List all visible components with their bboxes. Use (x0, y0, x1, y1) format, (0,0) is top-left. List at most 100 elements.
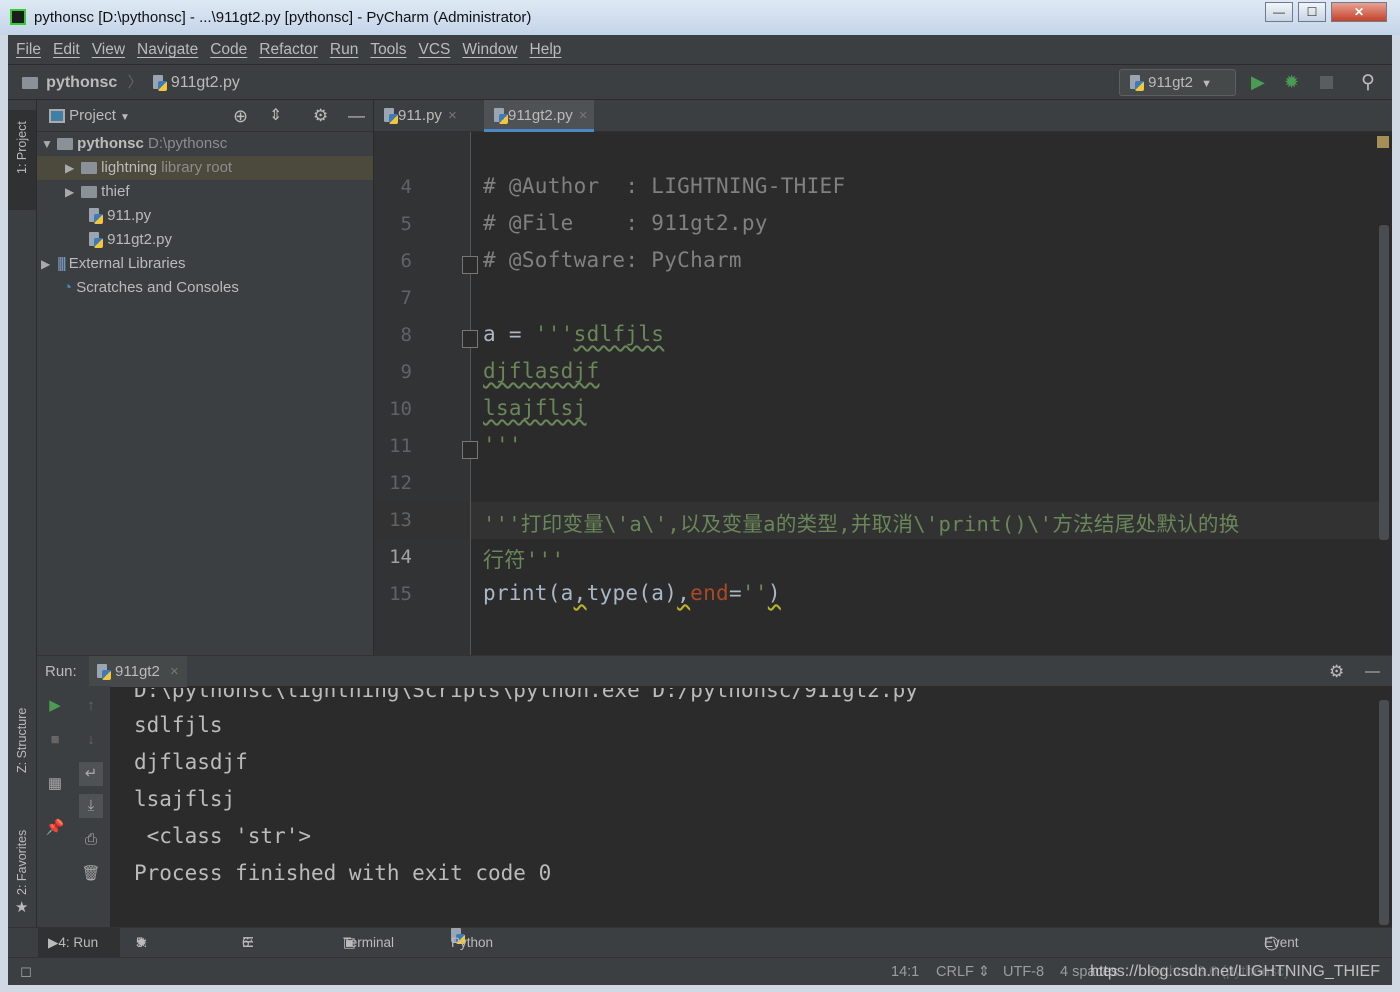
console-scrollbar[interactable] (1379, 700, 1389, 925)
caret-position[interactable]: 14:1 (891, 958, 919, 986)
scroll-to-end-icon[interactable]: ⤓ (79, 794, 103, 818)
line-number: 4 (400, 176, 412, 198)
soft-wrap-icon[interactable]: ↵ (79, 762, 103, 786)
star-icon: ★ (15, 899, 29, 916)
run-toolbar: ▶ ■ ▦ 📌 ↑ ↓ ↵ ⤓ ⎙ 🗑 (37, 686, 110, 927)
menu-file[interactable]: File (16, 41, 41, 58)
tree-item-thief[interactable]: ▶ thief (65, 180, 130, 204)
tab-label: 911.py (398, 107, 442, 124)
favorites-tool-tab[interactable]: 2: Favorites ★ (8, 820, 36, 920)
code-token: '' (741, 581, 768, 605)
ide-window: File Edit View Navigate Code Refactor Run Tools… (8, 35, 1392, 985)
python-icon (96, 664, 111, 681)
watermark: https://blog.csdn.net/LIGHTNING_THIEF (1090, 963, 1380, 980)
run-label: Run: (45, 663, 77, 680)
code-editor[interactable]: 911.py × 911gt2.py × # @Author : LIGHTNING… (374, 100, 1392, 663)
toggle-tool-windows-icon[interactable]: ◻ (20, 958, 32, 986)
menu-navigate[interactable]: Navigate (137, 41, 198, 58)
tab-911gt2py[interactable]: 911gt2.py × (484, 100, 594, 132)
maximize-button[interactable]: ☐ (1298, 2, 1326, 22)
run-config-label: 911gt2 (1148, 74, 1193, 91)
close-tab-icon[interactable]: × (170, 663, 179, 680)
close-button[interactable]: ✕ (1331, 2, 1387, 22)
stop-icon[interactable] (1320, 76, 1333, 89)
code-line-11: ''' (483, 433, 522, 457)
run-tab-911gt2[interactable]: 911gt2 × (88, 656, 187, 687)
down-arrow-icon[interactable]: ↓ (79, 728, 103, 752)
locate-icon[interactable]: ⊕ (233, 100, 248, 132)
python-file-icon (89, 232, 103, 249)
hide-icon[interactable]: — (1365, 656, 1380, 687)
line-separator-label: CRLF (936, 964, 974, 980)
gear-icon[interactable]: ⚙ (1329, 656, 1344, 687)
chevron-down-icon: ▼ (1201, 78, 1212, 90)
menu-vcs[interactable]: VCS (419, 41, 451, 58)
menu-refactor[interactable]: Refactor (259, 41, 318, 58)
project-tool-tab[interactable]: 1: Project (8, 110, 36, 210)
project-view-icon (49, 109, 65, 124)
collapsed-arrow-icon: ▶ (65, 161, 75, 175)
restore-layout-icon[interactable]: ▦ (43, 772, 67, 796)
fold-marker-icon[interactable] (462, 330, 478, 348)
close-tab-icon[interactable]: × (579, 107, 588, 124)
print-icon[interactable]: ⎙ (79, 828, 103, 852)
fold-marker-icon[interactable] (462, 256, 478, 274)
folder-icon (57, 138, 73, 151)
tree-item-scratches[interactable]: ◔ Scratches and Consoles (63, 276, 239, 300)
line-number: 6 (400, 250, 412, 272)
menu-view[interactable]: View (92, 41, 125, 58)
code-token: , (573, 581, 587, 605)
gear-icon[interactable]: ⚙ (313, 100, 328, 132)
tree-item-external-libraries[interactable]: ▶ |||| External Libraries (41, 252, 185, 276)
tree-item-pythonsc[interactable]: ▼ pythonsc D:\pythonsc (41, 132, 227, 156)
tab-run[interactable]: ▶ 4: Run (38, 928, 120, 957)
breadcrumb-file[interactable]: 911gt2.py (171, 74, 240, 91)
code-token: print(a (483, 581, 574, 605)
menu-tools[interactable]: Tools (370, 41, 406, 58)
menu-run[interactable]: Run (330, 41, 358, 58)
tree-item-911gt2py[interactable]: 911gt2.py (89, 228, 172, 252)
debug-icon[interactable]: ✹ (1284, 65, 1299, 100)
project-view-selector[interactable]: Project (69, 107, 116, 124)
editor-scrollbar[interactable] (1379, 225, 1389, 540)
menu-help[interactable]: Help (530, 41, 562, 58)
tab-911py[interactable]: 911.py × (374, 100, 463, 132)
tree-label: 911gt2.py (107, 231, 172, 248)
trash-icon[interactable]: 🗑 (79, 862, 103, 886)
code-token: type(a) (586, 581, 678, 605)
tree-item-lightning[interactable]: ▶ lightning library root (37, 156, 373, 180)
window-title: pythonsc [D:\pythonsc] - ...\911gt2.py [… (34, 9, 532, 26)
tab-label: 4: Run (58, 935, 99, 950)
menu-code[interactable]: Code (210, 41, 247, 58)
menu-edit[interactable]: Edit (53, 41, 80, 58)
tree-item-911py[interactable]: 911.py (89, 204, 151, 228)
run-icon[interactable]: ▶ (1251, 65, 1265, 100)
code-token: = (728, 581, 742, 605)
stop-icon[interactable]: ■ (43, 728, 67, 752)
run-config-dropdown[interactable]: 911gt2 ▼ (1119, 69, 1236, 96)
line-number: 5 (400, 213, 412, 235)
inspection-status-icon[interactable] (1377, 136, 1389, 148)
code-line-10: lsajflsj (483, 396, 587, 420)
menu-window[interactable]: Window (462, 41, 517, 58)
search-icon[interactable]: ⚲ (1361, 65, 1375, 100)
console-line: Process finished with exit code 0 (134, 861, 552, 885)
file-encoding[interactable]: UTF-8 (1003, 958, 1044, 986)
structure-tool-tab[interactable]: Z: Structure (8, 698, 36, 798)
console-line: sdlfjls (134, 713, 223, 737)
code-line-4: # @Author : LIGHTNING-THIEF (483, 174, 846, 198)
line-number: 15 (389, 583, 412, 605)
status-bar: ◻ 14:1 CRLF ⇕ UTF-8 4 spaces Python 3.6 … (8, 957, 1392, 985)
hide-icon[interactable]: — (348, 100, 365, 132)
up-arrow-icon[interactable]: ↑ (79, 694, 103, 718)
rerun-icon[interactable]: ▶ (43, 694, 67, 718)
collapse-all-icon[interactable]: ⇕ (269, 100, 282, 132)
tree-label: thief (101, 183, 130, 200)
line-separator[interactable]: CRLF ⇕ (936, 958, 990, 986)
minimize-button[interactable]: — (1265, 2, 1293, 22)
close-tab-icon[interactable]: × (448, 107, 457, 124)
structure-tab-label: Z: Structure (15, 707, 29, 773)
breadcrumb-project[interactable]: pythonsc (46, 74, 117, 91)
fold-marker-icon[interactable] (462, 441, 478, 459)
pin-icon[interactable]: 📌 (43, 816, 67, 840)
